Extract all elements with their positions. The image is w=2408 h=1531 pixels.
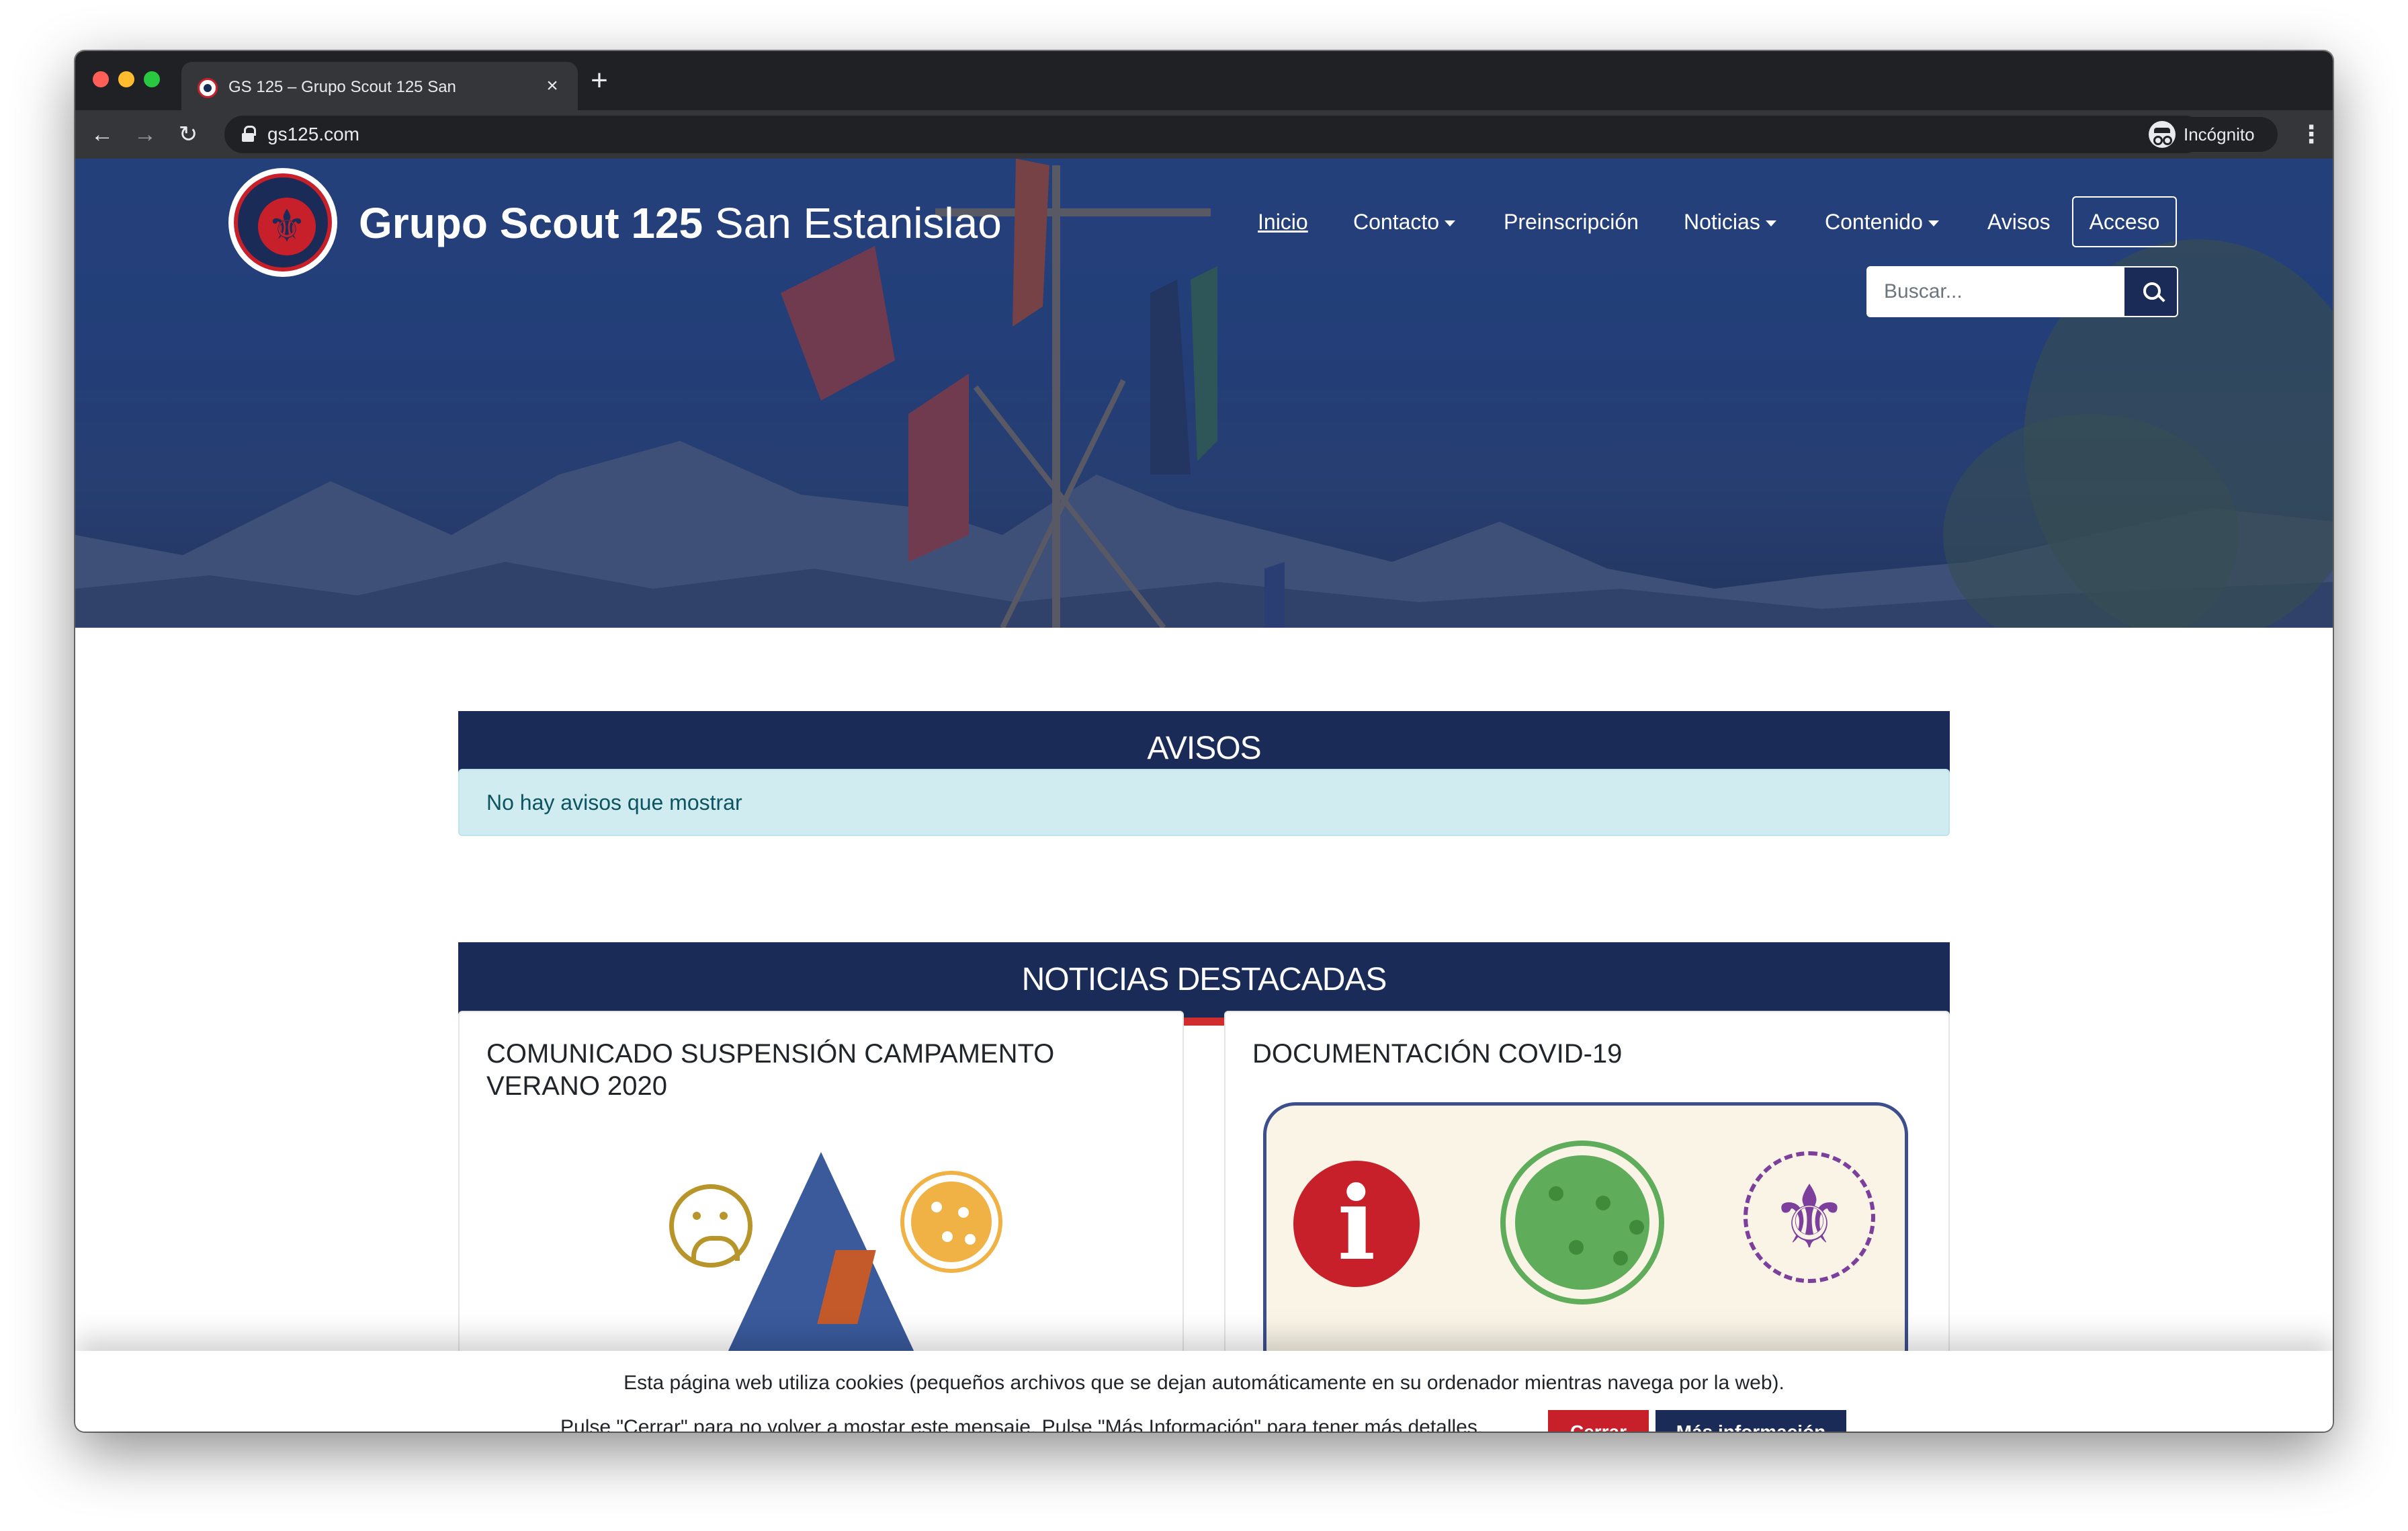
- close-window-button[interactable]: [93, 71, 109, 87]
- cookie-message-line2: Pulse "Cerrar" para no volver a mostar e…: [560, 1416, 1484, 1432]
- site-title-rest: San Estanislao: [703, 199, 1002, 247]
- reload-icon[interactable]: ↻: [173, 120, 203, 149]
- tab-strip: GS 125 – Grupo Scout 125 San × +: [75, 51, 2333, 110]
- logo-inner: ⚜: [258, 198, 316, 255]
- site-title[interactable]: Grupo Scout 125 San Estanislao: [359, 198, 1002, 249]
- nav-noticias[interactable]: Noticias: [1684, 208, 1776, 235]
- incognito-label: Incógnito: [2184, 124, 2255, 144]
- nav-preinscripcion[interactable]: Preinscripción: [1504, 208, 1639, 235]
- maximize-window-button[interactable]: [144, 71, 160, 87]
- logo-ring: ⚜: [234, 173, 332, 272]
- cookie-message-line1: Esta página web utiliza cookies (pequeño…: [624, 1372, 1784, 1394]
- scout-emblem-icon: ⚜: [1744, 1151, 1875, 1283]
- nav-contenido[interactable]: Contenido: [1825, 208, 1939, 235]
- nav-inicio[interactable]: Inicio: [1258, 208, 1308, 235]
- cookie-bar: Esta página web utiliza cookies (pequeño…: [75, 1351, 2333, 1432]
- news-card-title[interactable]: COMUNICADO SUSPENSIÓN CAMPAMENTO VERANO …: [486, 1038, 1158, 1102]
- virus-icon: [911, 1182, 992, 1262]
- address-bar[interactable]: gs125.com ★: [224, 116, 2204, 153]
- virus-icon: [1515, 1155, 1649, 1290]
- search-input[interactable]: [1866, 266, 2123, 317]
- site-title-bold: Grupo Scout 125: [359, 199, 703, 247]
- info-icon: i: [1293, 1161, 1420, 1287]
- url-text: gs125.com: [267, 124, 359, 144]
- avisos-empty-alert: No hay avisos que mostrar: [458, 769, 1950, 836]
- minimize-window-button[interactable]: [118, 71, 134, 87]
- nav-avisos[interactable]: Avisos: [1987, 208, 2051, 235]
- search-icon[interactable]: [2123, 266, 2178, 317]
- browser-window: GS 125 – Grupo Scout 125 San × + ← → ↻ g…: [75, 51, 2333, 1432]
- nav-contacto[interactable]: Contacto: [1353, 208, 1455, 235]
- site-logo[interactable]: ⚜: [228, 168, 337, 277]
- tab-title: GS 125 – Grupo Scout 125 San: [228, 78, 456, 96]
- incognito-icon: [2149, 121, 2176, 148]
- hero-banner: ⚜ Grupo Scout 125 San Estanislao Inicio …: [75, 159, 2333, 628]
- browser-toolbar: ← → ↻ gs125.com ★ Incógnito ⋮: [75, 110, 2333, 159]
- login-button[interactable]: Acceso: [2072, 196, 2177, 247]
- web-page: ⚜ Grupo Scout 125 San Estanislao Inicio …: [75, 159, 2333, 1432]
- forward-icon[interactable]: →: [130, 120, 160, 149]
- news-card-title[interactable]: DOCUMENTACIÓN COVID-19: [1252, 1038, 1924, 1070]
- fleur-de-lis-icon: ⚜: [267, 200, 307, 252]
- menu-icon[interactable]: ⋮: [2299, 120, 2323, 149]
- close-icon[interactable]: ×: [542, 75, 563, 97]
- favicon-icon: [198, 78, 218, 98]
- back-icon[interactable]: ←: [87, 120, 117, 149]
- lock-icon: [242, 126, 256, 142]
- fleur-de-lis-icon: ⚜: [1770, 1166, 1849, 1268]
- plus-icon[interactable]: +: [583, 65, 615, 97]
- browser-tab[interactable]: GS 125 – Grupo Scout 125 San ×: [181, 62, 578, 110]
- cookie-more-info-link[interactable]: Más información: [1656, 1410, 1846, 1432]
- incognito-indicator[interactable]: Incógnito: [2143, 117, 2278, 152]
- cookie-close-button[interactable]: Cerrar: [1548, 1410, 1649, 1432]
